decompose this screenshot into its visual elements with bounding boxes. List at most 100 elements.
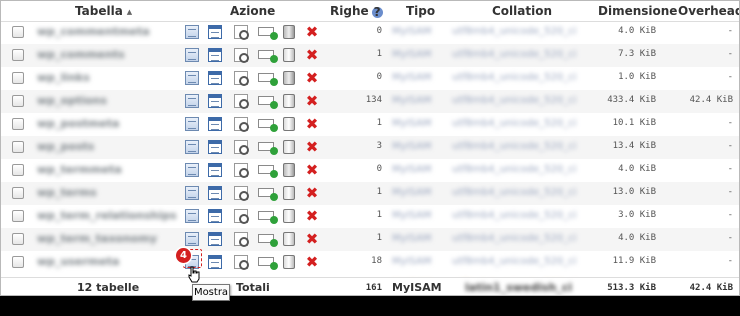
browse-icon[interactable]: [185, 94, 199, 108]
row-overhead: -: [727, 141, 733, 151]
row-checkbox[interactable]: [12, 164, 24, 176]
row-count: 0: [376, 72, 382, 82]
drop-icon[interactable]: ✖: [305, 48, 319, 63]
row-checkbox[interactable]: [12, 118, 24, 130]
header-tipo[interactable]: Tipo: [406, 4, 435, 18]
empty-icon[interactable]: [283, 25, 295, 39]
row-checkbox[interactable]: [12, 141, 24, 153]
structure-icon[interactable]: [208, 25, 222, 39]
structure-icon[interactable]: [208, 232, 222, 246]
insert-icon[interactable]: [258, 119, 278, 132]
empty-icon[interactable]: [283, 232, 295, 246]
browse-icon[interactable]: [185, 186, 199, 200]
structure-icon[interactable]: [208, 48, 222, 62]
empty-icon[interactable]: [283, 48, 295, 62]
drop-icon[interactable]: ✖: [305, 232, 319, 247]
drop-icon[interactable]: ✖: [305, 94, 319, 109]
empty-icon[interactable]: [283, 255, 295, 269]
table-name-link[interactable]: wp_commentmeta: [37, 25, 150, 38]
table-name-link[interactable]: wp_postmeta: [37, 117, 119, 130]
structure-icon[interactable]: [208, 186, 222, 200]
browse-icon[interactable]: [185, 25, 199, 39]
row-checkbox[interactable]: [12, 72, 24, 84]
row-checkbox[interactable]: [12, 187, 24, 199]
empty-icon[interactable]: [283, 140, 295, 154]
insert-icon[interactable]: [258, 27, 278, 40]
drop-icon[interactable]: ✖: [305, 255, 319, 270]
table-name-link[interactable]: wp_terms: [37, 186, 97, 199]
header-tabella-label: Tabella: [75, 4, 123, 18]
help-icon[interactable]: ?: [371, 6, 383, 18]
empty-icon[interactable]: [283, 186, 295, 200]
drop-icon[interactable]: ✖: [305, 209, 319, 224]
row-checkbox[interactable]: [12, 233, 24, 245]
drop-icon[interactable]: ✖: [305, 186, 319, 201]
header-overhead[interactable]: Overhead: [678, 4, 739, 18]
insert-icon[interactable]: [258, 188, 278, 201]
header-tabella[interactable]: Tabella ▲: [75, 4, 132, 18]
insert-icon[interactable]: [258, 211, 278, 224]
empty-icon[interactable]: [283, 209, 295, 223]
row-collation: utf8mb4_unicode_520_ci: [452, 210, 577, 221]
structure-icon[interactable]: [208, 94, 222, 108]
search-icon[interactable]: [234, 163, 249, 178]
search-icon[interactable]: [234, 94, 249, 109]
row-collation: utf8mb4_unicode_520_ci: [452, 49, 577, 60]
browse-icon[interactable]: [185, 232, 199, 246]
structure-icon[interactable]: [208, 209, 222, 223]
row-checkbox[interactable]: [12, 256, 24, 268]
table-name-link[interactable]: wp_usermeta: [37, 255, 119, 268]
empty-icon[interactable]: [283, 94, 295, 108]
structure-icon[interactable]: [208, 71, 222, 85]
structure-icon[interactable]: [208, 163, 222, 177]
insert-icon[interactable]: [258, 165, 278, 178]
search-icon[interactable]: [234, 232, 249, 247]
search-icon[interactable]: [234, 186, 249, 201]
row-checkbox[interactable]: [12, 95, 24, 107]
header-collation[interactable]: Collation: [492, 4, 552, 18]
search-icon[interactable]: [234, 140, 249, 155]
browse-icon[interactable]: [185, 140, 199, 154]
browse-icon[interactable]: [185, 48, 199, 62]
table-name-link[interactable]: wp_term_taxonomy: [37, 232, 157, 245]
drop-icon[interactable]: ✖: [305, 25, 319, 40]
browse-icon[interactable]: [185, 71, 199, 85]
search-icon[interactable]: [234, 71, 249, 86]
row-checkbox[interactable]: [12, 49, 24, 61]
insert-icon[interactable]: [258, 257, 278, 270]
table-name-link[interactable]: wp_links: [37, 71, 90, 84]
browse-icon[interactable]: [185, 163, 199, 177]
drop-icon[interactable]: ✖: [305, 117, 319, 132]
table-name-link[interactable]: wp_options: [37, 94, 107, 107]
search-icon[interactable]: [234, 48, 249, 63]
browse-icon[interactable]: [185, 209, 199, 223]
insert-icon[interactable]: [258, 234, 278, 247]
search-icon[interactable]: [234, 117, 249, 132]
insert-icon[interactable]: [258, 50, 278, 63]
drop-icon[interactable]: ✖: [305, 163, 319, 178]
empty-icon[interactable]: [283, 163, 295, 177]
search-icon[interactable]: [234, 25, 249, 40]
table-name-link[interactable]: wp_term_relationships: [37, 209, 177, 222]
row-checkbox[interactable]: [12, 210, 24, 222]
header-righe[interactable]: Righe?: [330, 4, 383, 18]
empty-icon[interactable]: [283, 71, 295, 85]
table-name-link[interactable]: wp_comments: [37, 48, 125, 61]
insert-icon[interactable]: [258, 142, 278, 155]
insert-icon[interactable]: [258, 73, 278, 86]
drop-icon[interactable]: ✖: [305, 71, 319, 86]
browse-icon[interactable]: [185, 117, 199, 131]
header-dimensione[interactable]: Dimensione: [598, 4, 677, 18]
row-collation: utf8mb4_unicode_520_ci: [452, 256, 577, 267]
structure-icon[interactable]: [208, 255, 222, 269]
search-icon[interactable]: [234, 255, 249, 270]
drop-icon[interactable]: ✖: [305, 140, 319, 155]
insert-icon[interactable]: [258, 96, 278, 109]
structure-icon[interactable]: [208, 140, 222, 154]
table-name-link[interactable]: wp_posts: [37, 140, 94, 153]
structure-icon[interactable]: [208, 117, 222, 131]
search-icon[interactable]: [234, 209, 249, 224]
table-name-link[interactable]: wp_termmeta: [37, 163, 122, 176]
empty-icon[interactable]: [283, 117, 295, 131]
row-checkbox[interactable]: [12, 26, 24, 38]
